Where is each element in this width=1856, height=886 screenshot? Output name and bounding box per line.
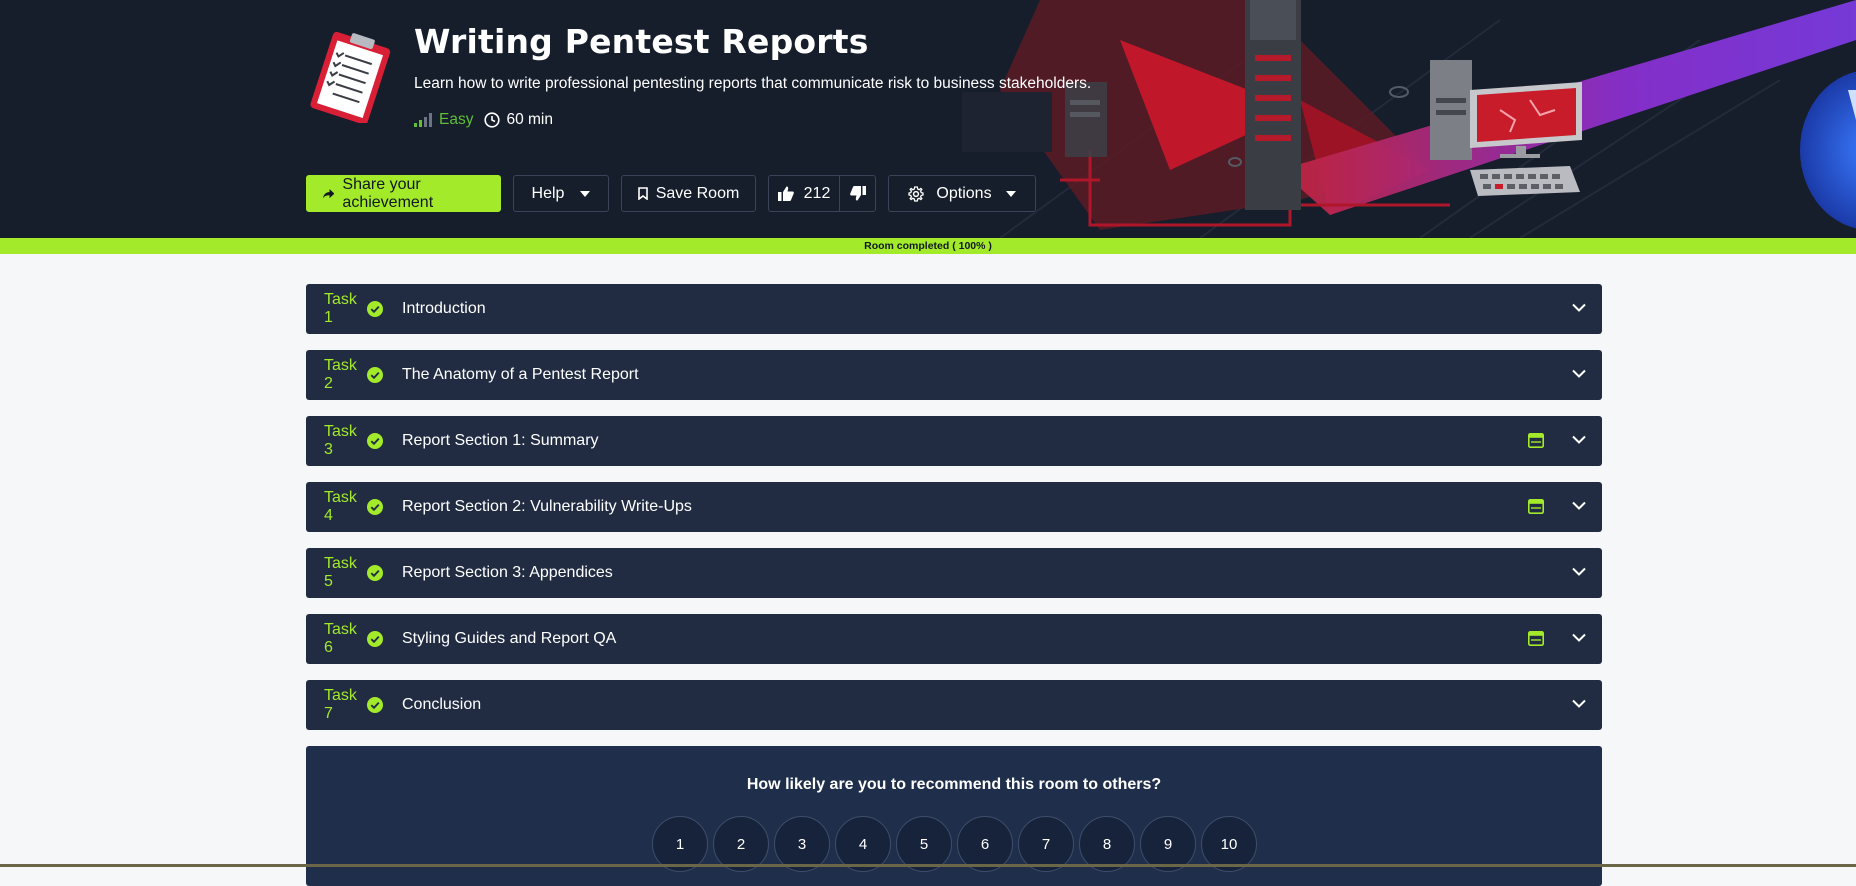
room-description: Learn how to write professional pentesti… (414, 75, 1092, 92)
browser-window-icon (1528, 499, 1544, 514)
bookmark-icon (637, 187, 648, 200)
task-title: Report Section 1: Summary (402, 432, 599, 449)
downvote-button[interactable] (840, 176, 875, 211)
caret-down-icon (580, 190, 591, 197)
vote-group: 212 (768, 175, 876, 212)
check-circle-icon (367, 697, 383, 713)
duration-badge: 60 min (484, 111, 553, 129)
task-number: Task 7 (324, 687, 357, 722)
chevron-down-icon[interactable] (1572, 501, 1586, 510)
chevron-down-icon[interactable] (1572, 435, 1586, 444)
task-number: Task 1 (324, 291, 357, 326)
signal-bars-icon (414, 113, 432, 127)
help-dropdown-button[interactable]: Help (513, 175, 609, 212)
difficulty-badge: Easy (414, 111, 473, 129)
task-row[interactable]: Task 1 Introduction (306, 284, 1602, 334)
progress-label: Room completed ( 100% ) (864, 240, 992, 252)
gear-icon (908, 185, 925, 202)
chevron-down-icon[interactable] (1572, 369, 1586, 378)
task-title: Introduction (402, 300, 486, 317)
task-row[interactable]: Task 7 Conclusion (306, 680, 1602, 730)
task-row[interactable]: Task 4 Report Section 2: Vulnerability W… (306, 482, 1602, 532)
task-row[interactable]: Task 5 Report Section 3: Appendices (306, 548, 1602, 598)
task-list: Task 1 Introduction Task 2 The Anatomy o… (306, 284, 1602, 746)
chevron-down-icon[interactable] (1572, 303, 1586, 312)
duration-label: 60 min (506, 111, 553, 128)
room-header: Writing Pentest Reports Learn how to wri… (0, 0, 1856, 238)
clipboard-report-icon (310, 31, 391, 123)
upvote-button[interactable]: 212 (769, 176, 840, 211)
task-number: Task 5 (324, 555, 357, 590)
upvote-count: 212 (803, 184, 831, 202)
room-title: Writing Pentest Reports (414, 22, 869, 61)
task-number: Task 6 (324, 621, 357, 656)
options-dropdown-button[interactable]: Options (888, 175, 1036, 212)
check-circle-icon (367, 565, 383, 581)
check-circle-icon (367, 301, 383, 317)
room-progress-bar: Room completed ( 100% ) (0, 238, 1856, 254)
browser-window-icon (1528, 631, 1544, 646)
task-title: The Anatomy of a Pentest Report (402, 366, 639, 383)
chevron-down-icon[interactable] (1572, 633, 1586, 642)
thumbs-up-icon (777, 186, 794, 201)
task-row[interactable]: Task 3 Report Section 1: Summary (306, 416, 1602, 466)
task-number: Task 2 (324, 357, 357, 392)
save-room-button[interactable]: Save Room (621, 175, 756, 212)
task-number: Task 3 (324, 423, 357, 458)
feedback-question: How likely are you to recommend this roo… (746, 776, 1162, 793)
share-achievement-button[interactable]: Share your achievement (306, 175, 501, 212)
room-actions: Share your achievement Help Save Room 21… (306, 175, 1048, 212)
room-meta: Easy 60 min (414, 111, 553, 129)
task-title: Report Section 2: Vulnerability Write-Up… (402, 498, 692, 515)
check-circle-icon (367, 631, 383, 647)
share-arrow-icon (323, 188, 335, 198)
clock-icon (484, 112, 501, 128)
check-circle-icon (367, 499, 383, 515)
share-label: Share your achievement (342, 175, 434, 211)
task-title: Report Section 3: Appendices (402, 564, 613, 581)
save-label: Save Room (655, 184, 740, 202)
task-number: Task 4 (324, 489, 357, 524)
caret-down-icon (1005, 190, 1016, 197)
check-circle-icon (367, 367, 383, 383)
task-title: Styling Guides and Report QA (402, 630, 617, 647)
chevron-down-icon[interactable] (1572, 699, 1586, 708)
task-title: Conclusion (402, 696, 482, 713)
thumbs-down-icon (849, 186, 866, 201)
task-row[interactable]: Task 6 Styling Guides and Report QA (306, 614, 1602, 664)
browser-window-icon (1528, 433, 1544, 448)
chevron-down-icon[interactable] (1572, 567, 1586, 576)
options-label: Options (936, 184, 992, 202)
difficulty-label: Easy (439, 111, 474, 128)
task-row[interactable]: Task 2 The Anatomy of a Pentest Report (306, 350, 1602, 400)
help-label: Help (531, 184, 565, 202)
check-circle-icon (367, 433, 383, 449)
